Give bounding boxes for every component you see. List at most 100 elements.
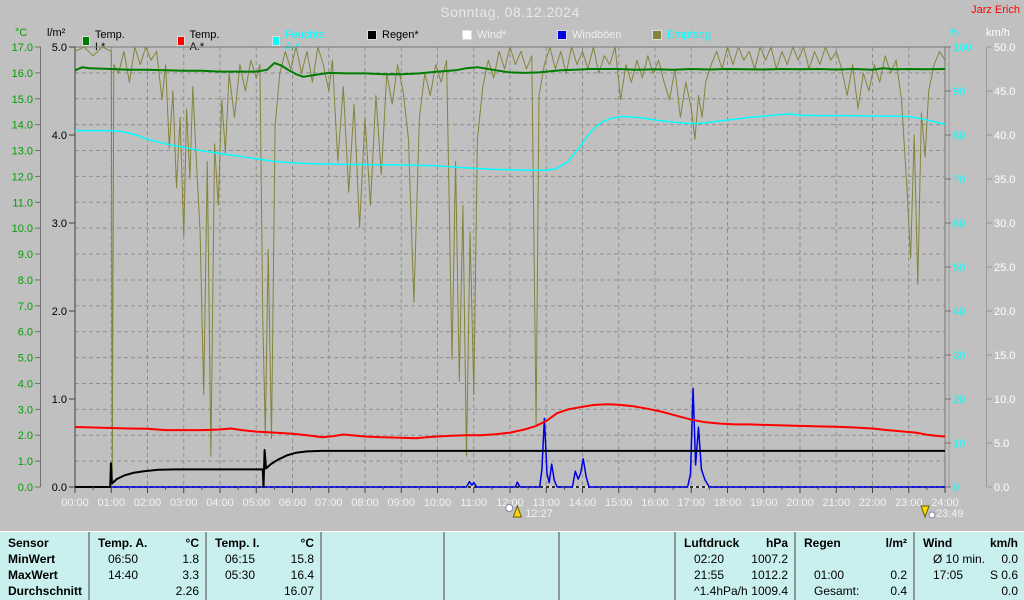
table-column-wind: Wind km/h Ø 10 min. 0.0 17:05 S 0.6 0.0 — [913, 532, 1024, 600]
axis-tick-label: 30 — [953, 350, 965, 362]
axis-tick-label: 17:00 — [677, 497, 705, 509]
table-column-empty — [443, 532, 558, 600]
table-column-header — [560, 535, 674, 551]
table-column-empty — [320, 532, 443, 600]
axis-tick-label: 06:00 — [279, 497, 307, 509]
axis-tick-label: 45.0 — [994, 86, 1015, 98]
axis-tick-label: 19:00 — [750, 497, 778, 509]
axis-tick-label: 8.0 — [18, 275, 33, 287]
axis-tick-label: 50.0 — [994, 42, 1015, 54]
axis-tick-label: 20 — [953, 394, 965, 406]
axis-tick-label: 10.0 — [994, 394, 1015, 406]
axis-tick-label: 07:00 — [315, 497, 343, 509]
axis-tick-label: 0.0 — [52, 482, 67, 494]
weather-chart: 0.0 1.0 2.0 3.0 4.0 5.0 6.0 7.0 8.0 9.0 10.0 11.0 12… — [12, 42, 1016, 520]
axis-tick-label: 40.0 — [994, 130, 1015, 142]
table-cell — [560, 583, 674, 599]
axis-tick-label: 25.0 — [994, 262, 1015, 274]
series-windb-en — [75, 387, 945, 488]
table-column-temp-i-: Temp. I. °C 06:15 15.8 05:30 16.4 16.07 — [205, 532, 320, 600]
axis-tick-label: 23:00 — [895, 497, 923, 509]
table-cell — [322, 551, 443, 567]
axis-tick-label: 0.0 — [18, 482, 33, 494]
axis-tick-label: 3.0 — [18, 404, 33, 416]
axis-tick-label: 1.0 — [52, 394, 67, 406]
table-column-empty — [558, 532, 674, 600]
axis-tick-label: 5.0 — [18, 353, 33, 365]
table-cell: 02:20 1007.2 — [694, 552, 788, 566]
axis-tick-label: 05:00 — [242, 497, 270, 509]
axis-tick-label: 11:00 — [460, 497, 487, 509]
axis-tick-label: 16.0 — [12, 68, 33, 80]
axis-tick-label: 6.0 — [18, 327, 33, 339]
table-column-header: Temp. I. °C — [215, 536, 314, 550]
axis-tick-label: 40 — [953, 306, 965, 318]
axis-tick-label: 00:00 — [61, 497, 89, 509]
table-cell: Gesamt: 0.4 — [814, 584, 907, 598]
table-column-header: Temp. A. °C — [98, 536, 199, 550]
axis-tick-label: 0 — [953, 482, 959, 494]
table-cell — [322, 583, 443, 599]
axis-tick-label: 18:00 — [714, 497, 742, 509]
table-column-header: Regen l/m² — [804, 536, 907, 550]
axis-tick-label: 80 — [953, 130, 965, 142]
axis-tick-label: 4.0 — [52, 130, 67, 142]
axis-tick-label: 30.0 — [994, 218, 1015, 230]
axis-tick-label: 16:00 — [641, 497, 669, 509]
moonrise-icon — [505, 504, 514, 512]
table-cell: ^1.4hPa/h 1009.4 — [694, 584, 788, 598]
table-row-header: Sensor — [8, 536, 49, 550]
axis-tick-label: 21:00 — [822, 497, 850, 509]
axis-tick-label: 4.0 — [18, 378, 33, 390]
axis-tick-label: 13.0 — [12, 146, 33, 158]
statistics-table: Sensor MinWert MaxWert Durchschnitt Temp. A.… — [0, 531, 1024, 600]
axis-tick-label: 17.0 — [12, 42, 33, 54]
table-cell — [445, 551, 558, 567]
axis-tick-label: 09:00 — [387, 497, 415, 509]
axis-tick-label: 14.0 — [12, 120, 33, 132]
table-row-header: Durchschnitt — [8, 584, 83, 598]
table-row-header: MinWert — [8, 552, 56, 566]
axis-tick-label: 7.0 — [18, 301, 33, 313]
table-column-header: Luftdruck hPa — [684, 536, 788, 550]
moonset-icon — [928, 511, 936, 519]
table-cell: 05:30 16.4 — [225, 568, 314, 582]
axis-tick-label: 10:00 — [424, 497, 452, 509]
table-cell: 06:50 1.8 — [108, 552, 199, 566]
axis-tick-label: 20.0 — [994, 306, 1015, 318]
table-row-headers: Sensor MinWert MaxWert Durchschnitt — [0, 532, 88, 600]
axis-tick-label: 70 — [953, 174, 965, 186]
table-column-temp-a-: Temp. A. °C 06:50 1.8 14:40 3.3 2.26 — [88, 532, 205, 600]
table-column-regen: Regen l/m² 01:00 0.2 Gesamt: 0.4 — [794, 532, 913, 600]
axis-tick-label: 08:00 — [351, 497, 379, 509]
axis-tick-label: 23:49 — [936, 508, 964, 520]
axis-tick-label: 14:00 — [569, 497, 597, 509]
table-cell: 06:15 15.8 — [225, 552, 314, 566]
table-cell: 0.0 — [1001, 584, 1018, 598]
axis-tick-label: 01:00 — [97, 497, 125, 509]
table-cell — [560, 551, 674, 567]
axis-tick-label: 3.0 — [52, 218, 67, 230]
axis-tick-label: 9.0 — [18, 249, 33, 261]
table-cell: Ø 10 min. 0.0 — [933, 552, 1018, 566]
axis-tick-label: 5.0 — [52, 42, 67, 54]
table-column-header — [322, 535, 443, 551]
axis-tick-label: 12.0 — [12, 171, 33, 183]
table-cell: 16.07 — [283, 584, 314, 598]
axis-tick-label: 11.0 — [12, 197, 33, 209]
axis-tick-label: 100 — [953, 42, 971, 54]
table-cell — [445, 583, 558, 599]
axis-tick-label: 15.0 — [994, 350, 1015, 362]
axis-tick-label: 15.0 — [12, 94, 33, 106]
table-cell: 01:00 0.2 — [814, 568, 907, 582]
axis-tick-label: 2.0 — [52, 306, 67, 318]
moonset-arrow-icon — [920, 505, 930, 519]
axis-tick-label: 0.0 — [994, 482, 1009, 494]
table-cell: 14:40 3.3 — [108, 568, 199, 582]
axis-tick-label: 03:00 — [170, 497, 198, 509]
axis-tick-label: 22:00 — [859, 497, 887, 509]
table-cell — [445, 567, 558, 583]
table-column-luftdruck: Luftdruck hPa 02:20 1007.2 21:55 1012.2 ^1.4hP… — [674, 532, 794, 600]
table-cell — [796, 551, 913, 567]
axis-tick-label: 15:00 — [605, 497, 633, 509]
